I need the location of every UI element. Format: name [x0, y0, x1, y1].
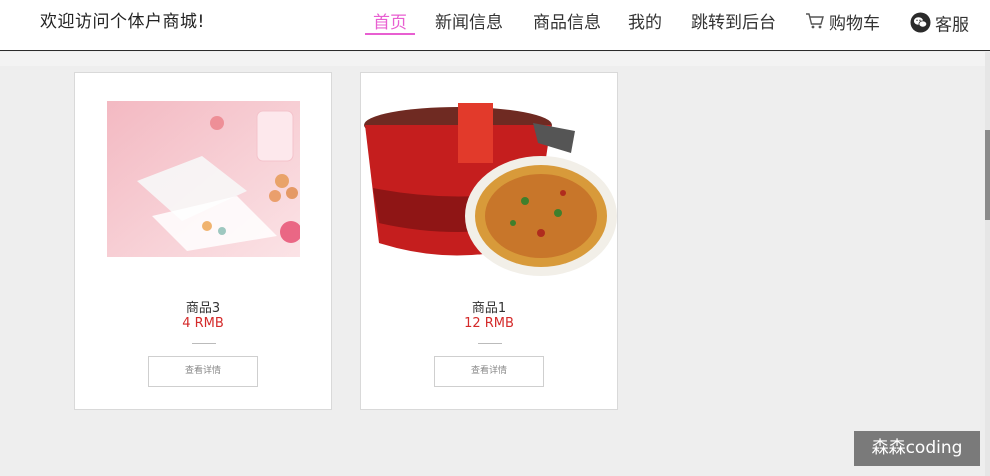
- nav-service[interactable]: 客服: [910, 12, 969, 39]
- product-card[interactable]: 商品1 12 RMB 查看详情: [360, 72, 618, 410]
- watermark: 森森coding: [854, 431, 980, 466]
- nav-service-label: 客服: [935, 15, 969, 36]
- nav-mine[interactable]: 我的: [628, 12, 662, 34]
- scrollbar-thumb[interactable]: [985, 130, 990, 220]
- nav-news[interactable]: 新闻信息: [435, 12, 503, 34]
- nav-admin[interactable]: 跳转到后台: [691, 12, 776, 34]
- content-top-strip: [0, 52, 985, 66]
- product-image[interactable]: [107, 101, 300, 257]
- main-nav: 首页 新闻信息 商品信息 我的 跳转到后台 购物车 客服: [0, 0, 990, 50]
- product-price: 12 RMB: [464, 316, 514, 331]
- nav-products[interactable]: 商品信息: [533, 12, 601, 34]
- nav-cart[interactable]: 购物车: [805, 12, 880, 36]
- card-divider: [478, 343, 502, 344]
- card-divider: [192, 343, 216, 344]
- product-price: 4 RMB: [182, 316, 224, 331]
- top-header: 欢迎访问个体户商城! 首页 新闻信息 商品信息 我的 跳转到后台 购物车 客服: [0, 0, 990, 51]
- wechat-icon: [910, 12, 931, 39]
- cart-icon: [805, 12, 825, 36]
- nav-home[interactable]: 首页: [373, 12, 407, 34]
- product-card[interactable]: 商品3 4 RMB 查看详情: [74, 72, 332, 410]
- page-scrollbar[interactable]: [985, 52, 990, 476]
- view-details-button[interactable]: 查看详情: [148, 356, 258, 387]
- product-image[interactable]: [363, 93, 617, 278]
- product-name: 商品3: [185, 301, 221, 316]
- nav-active-underline: [365, 33, 415, 35]
- nav-cart-label: 购物车: [829, 14, 880, 34]
- view-details-button[interactable]: 查看详情: [434, 356, 544, 387]
- product-name: 商品1: [471, 301, 507, 316]
